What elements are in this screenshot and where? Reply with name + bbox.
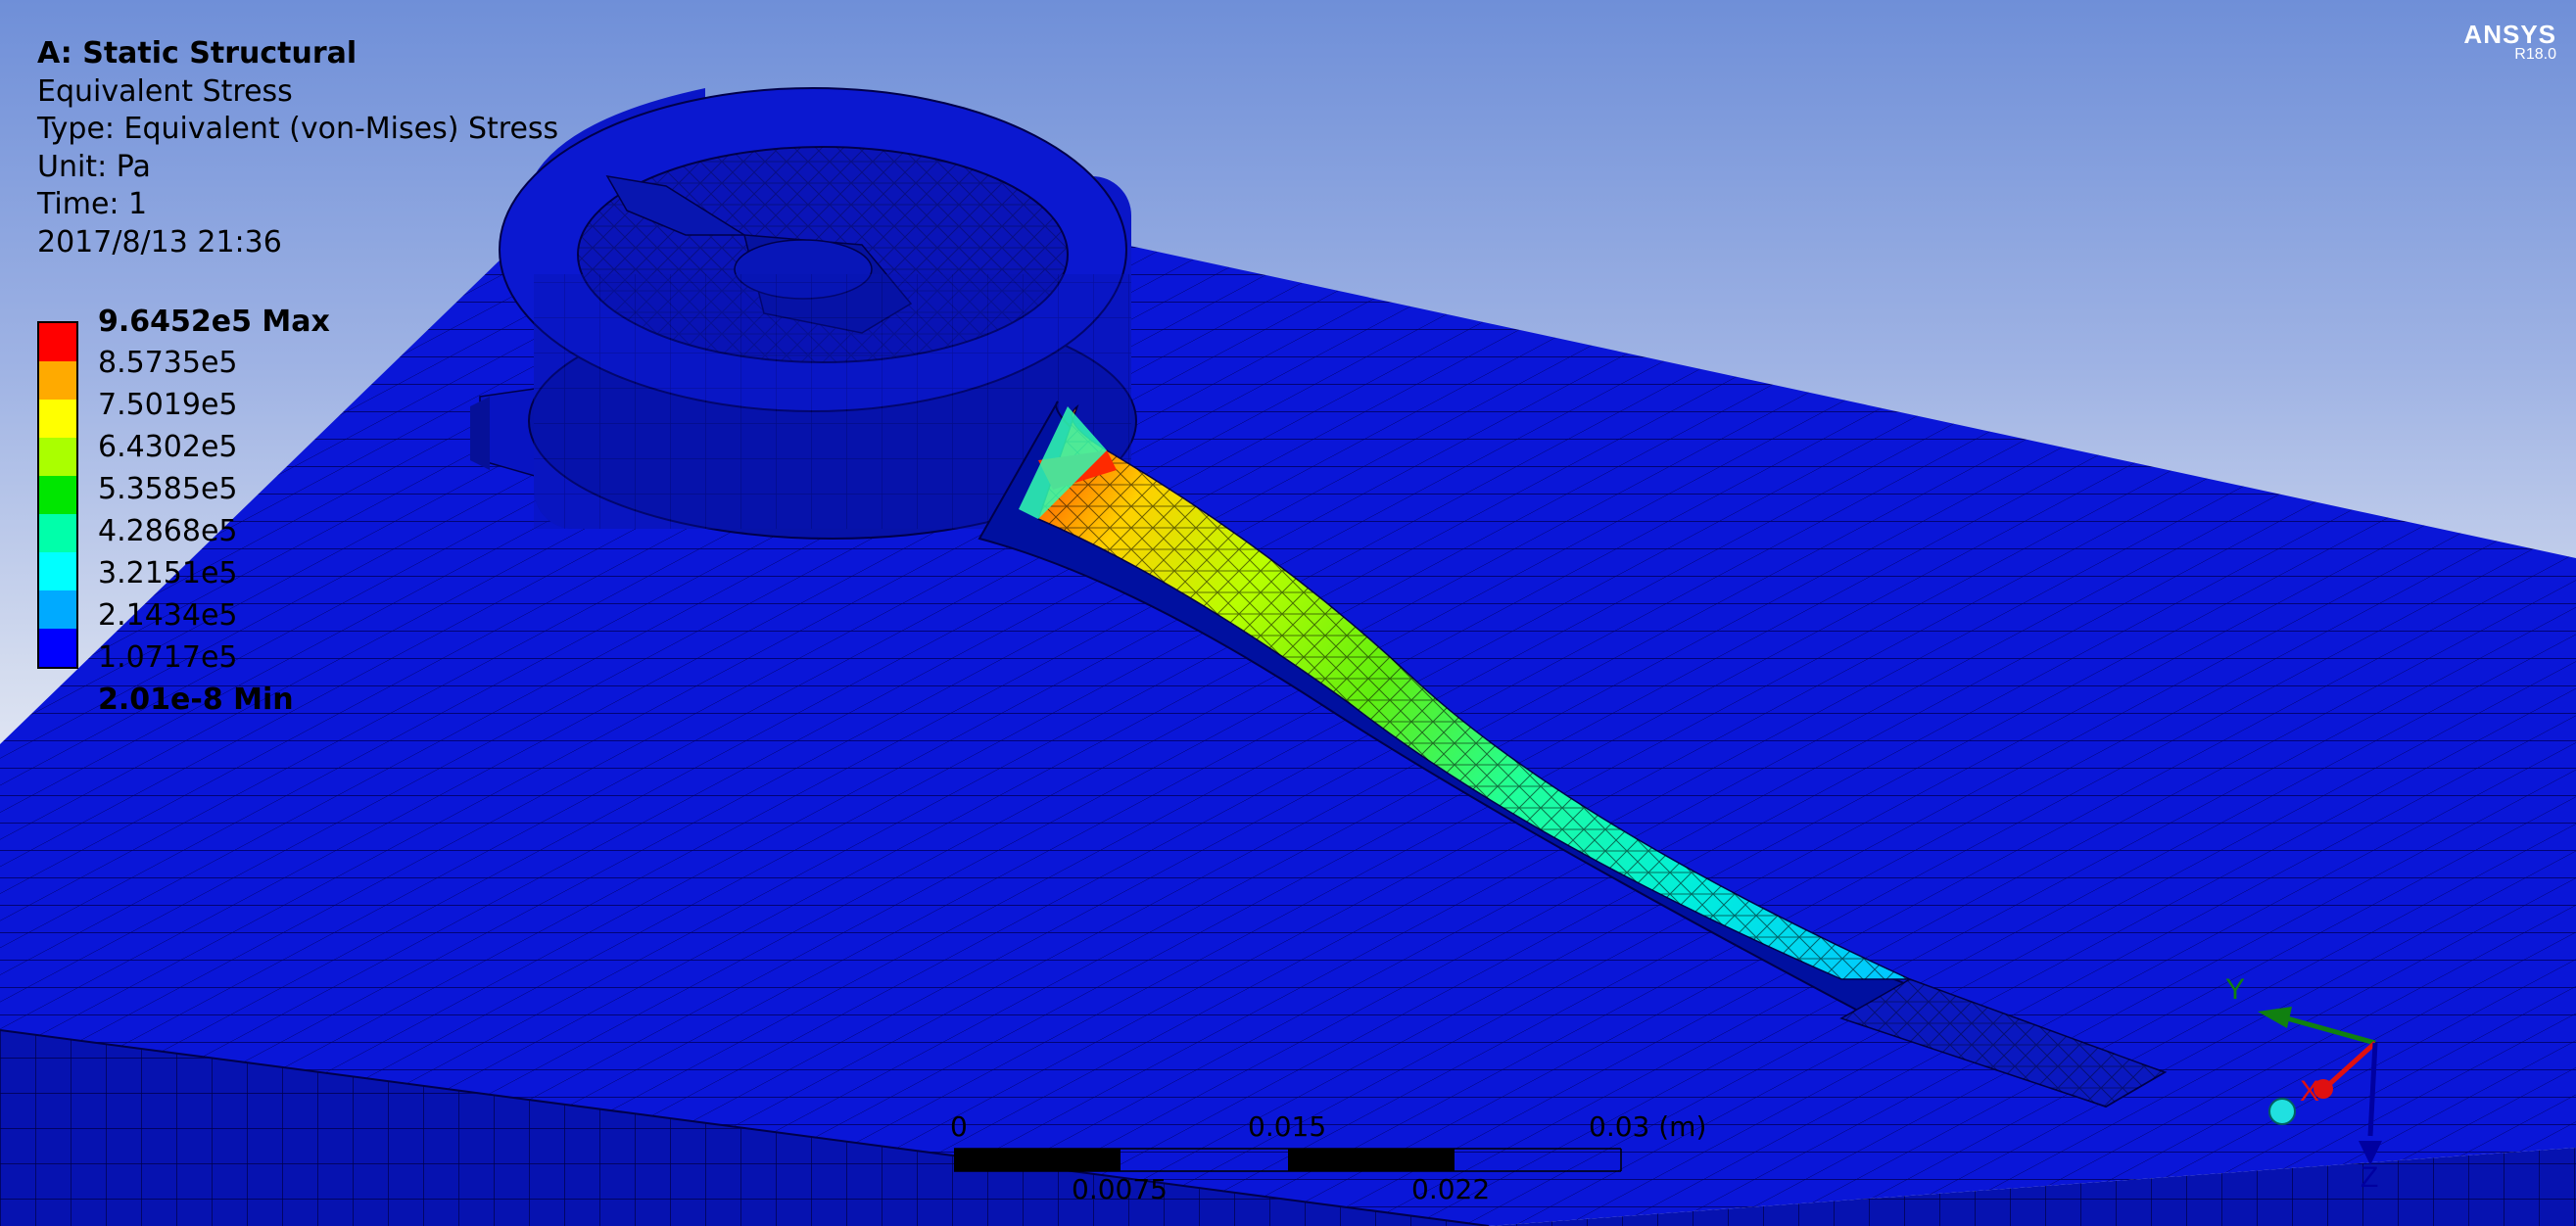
legend-label-min: 2.01e-8 Min bbox=[98, 683, 294, 717]
scale-label: 0.015 bbox=[1248, 1110, 1327, 1143]
legend-label: 4.2868e5 bbox=[98, 514, 238, 548]
result-info-panel: A: Static Structural Equivalent Stress T… bbox=[37, 35, 558, 261]
scale-bar: 0 0.015 0.03 (m) 0.0075 0.022 bbox=[950, 1107, 1706, 1205]
scale-label: 0.03 (m) bbox=[1589, 1110, 1707, 1143]
legend-swatch bbox=[39, 438, 76, 476]
legend-label: 7.5019e5 bbox=[98, 388, 238, 422]
ansys-logo: ANSYS R18.0 bbox=[2463, 22, 2556, 63]
scale-label: 0.0075 bbox=[1072, 1173, 1168, 1205]
legend-label: 2.1434e5 bbox=[98, 598, 238, 633]
legend-label: 8.5735e5 bbox=[98, 346, 238, 380]
logo-version: R18.0 bbox=[2514, 46, 2556, 63]
result-timestamp: 2017/8/13 21:36 bbox=[37, 224, 282, 259]
triad-y-label: Y bbox=[2225, 973, 2246, 1006]
legend-swatch bbox=[39, 629, 76, 667]
logo-brand: ANSYS bbox=[2463, 20, 2556, 49]
legend-color-bar bbox=[37, 321, 78, 669]
result-time: Time: 1 bbox=[37, 187, 148, 221]
legend-label: 5.3585e5 bbox=[98, 472, 238, 506]
scale-label: 0.022 bbox=[1411, 1173, 1491, 1205]
analysis-title: A: Static Structural bbox=[37, 36, 358, 71]
legend-swatch bbox=[39, 361, 76, 400]
result-name: Equivalent Stress bbox=[37, 73, 293, 109]
result-type: Type: Equivalent (von-Mises) Stress bbox=[37, 112, 559, 146]
legend-swatch bbox=[39, 552, 76, 590]
legend-swatch bbox=[39, 514, 76, 552]
legend-swatch bbox=[39, 323, 76, 361]
legend-swatch bbox=[39, 476, 76, 514]
triad-x-label: X bbox=[2300, 1075, 2320, 1108]
legend-swatch bbox=[39, 400, 76, 438]
triad-z-label: Z bbox=[2361, 1161, 2379, 1194]
result-unit: Unit: Pa bbox=[37, 149, 151, 184]
legend-swatch bbox=[39, 590, 76, 629]
legend-label: 3.2151e5 bbox=[98, 556, 238, 590]
legend-label: 1.0717e5 bbox=[98, 640, 238, 675]
scale-label: 0 bbox=[950, 1110, 968, 1143]
legend-label: 6.4302e5 bbox=[98, 430, 238, 464]
legend-label-max: 9.6452e5 Max bbox=[98, 305, 330, 339]
